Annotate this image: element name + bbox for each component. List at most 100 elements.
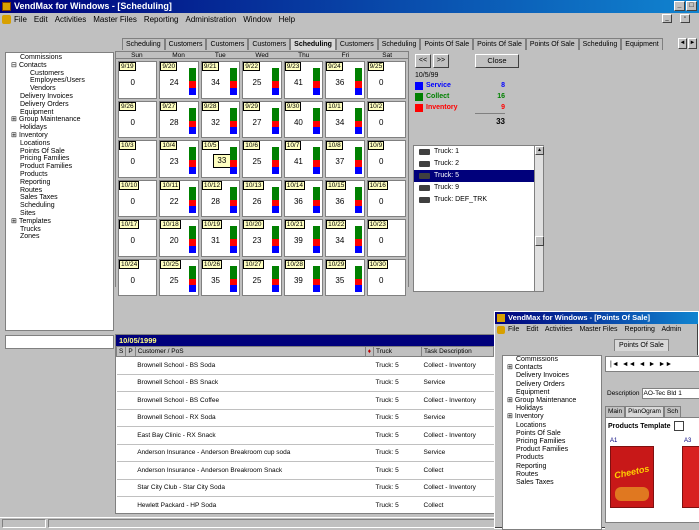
tree-item[interactable]: Employees/Users	[6, 77, 113, 85]
table-row[interactable]: Brownell School - BS Soda Truck: 5 Collect…	[116, 356, 494, 375]
tree-item[interactable]: Delivery Invoices	[6, 93, 113, 101]
tab-customers[interactable]: Customers	[335, 38, 378, 50]
calendar-day-cell[interactable]: 10/17 0	[118, 219, 158, 257]
tree-item[interactable]: Trucks	[6, 226, 113, 234]
tree-item[interactable]: Points Of Sale	[503, 430, 601, 438]
calendar-day-cell[interactable]: 10/10 0	[118, 179, 158, 217]
next-button[interactable]: >>	[433, 54, 449, 68]
menu-master-files[interactable]: Master Files	[93, 15, 137, 24]
table-row[interactable]: Anderson Insurance - Anderson Breakroom …	[116, 444, 494, 462]
table-row[interactable]: Hewlett Packard - HP Soda Truck: 5 Collect	[116, 496, 494, 515]
tree-item[interactable]: Delivery Orders	[503, 381, 601, 389]
tab-customers[interactable]: Customers	[164, 38, 207, 50]
tree-item[interactable]: Products	[6, 171, 113, 179]
tree-item[interactable]: Product Families	[503, 446, 601, 454]
calendar-day-cell[interactable]: 10/7 41	[283, 140, 324, 178]
tree-item[interactable]: Products	[503, 454, 601, 462]
table-row[interactable]: East Bay Clinic - RX Snack Truck: 5 Collec…	[116, 426, 494, 445]
expand-icon[interactable]: ⊞	[11, 116, 19, 124]
pos-menu-master-files[interactable]: Master Files	[579, 326, 617, 333]
tree-item[interactable]: Holidays	[6, 124, 113, 132]
previous-record-icon[interactable]: ◄	[639, 361, 646, 368]
pos-menu-admin[interactable]: Admin	[661, 326, 681, 333]
calendar-day-cell[interactable]: 10/13 26	[242, 179, 282, 217]
calendar-day-cell[interactable]: 10/20 23	[242, 219, 282, 257]
menu-window[interactable]: Window	[243, 15, 271, 24]
subtab-planogram[interactable]: PlanOgram	[625, 406, 664, 417]
tab-customers[interactable]: Customers	[248, 38, 291, 50]
calendar-day-cell[interactable]: 9/26 0	[118, 100, 158, 138]
tree-item[interactable]: ⊞ Templates	[6, 218, 113, 226]
tab-scroll-left-icon[interactable]: ◄	[678, 38, 687, 49]
tree-item[interactable]: ⊞ Inventory	[6, 132, 113, 140]
tree-item[interactable]: Delivery Invoices	[503, 372, 601, 380]
tree-item[interactable]: Points Of Sale	[6, 148, 113, 156]
pos-menu-file[interactable]: File	[508, 326, 519, 333]
tree-item[interactable]: Equipment	[503, 389, 601, 397]
calendar-day-cell[interactable]: 9/20 24	[159, 61, 199, 99]
calendar-day-cell[interactable]: 10/19 31	[200, 219, 241, 257]
tree-item[interactable]: ⊞ Contacts	[503, 364, 601, 372]
tree-item[interactable]: Sales Taxes	[503, 479, 601, 487]
tree-item[interactable]: Sites	[6, 210, 113, 218]
previous-button[interactable]: <<	[415, 54, 431, 68]
document-icon[interactable]	[2, 15, 11, 24]
tab-scheduling[interactable]: Scheduling	[122, 38, 165, 50]
sort-indicator-icon[interactable]: ♦	[364, 346, 375, 357]
close-button[interactable]: Close	[475, 54, 519, 68]
sidebar-input-box[interactable]	[5, 335, 114, 349]
tree-item[interactable]: Product Families	[6, 163, 113, 171]
menu-administration[interactable]: Administration	[186, 15, 237, 24]
menu-edit[interactable]: Edit	[34, 15, 48, 24]
tab-points-of-sale[interactable]: Points Of Sale	[525, 38, 579, 50]
tab-points-of-sale[interactable]: Points Of Sale	[473, 38, 526, 50]
calendar-day-cell[interactable]: 10/15 36	[325, 179, 365, 217]
truck-item[interactable]: Truck: 9	[414, 182, 543, 194]
calendar-day-cell[interactable]: 10/16 0	[366, 179, 406, 217]
table-row[interactable]: Brownell School - BS Coffee Truck: 5 Colle…	[116, 391, 494, 410]
calendar-day-cell[interactable]: 9/30 40	[283, 100, 324, 138]
calendar-day-cell[interactable]: 9/25 0	[366, 61, 406, 99]
truck-list-scrollbar[interactable]: ▲	[534, 146, 544, 291]
tab-scheduling[interactable]: Scheduling	[377, 38, 421, 50]
next-record-icon[interactable]: ►	[649, 361, 656, 368]
tree-item[interactable]: Equipment	[6, 109, 113, 117]
calendar-day-cell[interactable]: 10/6 25	[242, 140, 282, 178]
tree-item[interactable]: Reporting	[6, 179, 113, 187]
tab-customers[interactable]: Customers	[206, 38, 249, 50]
calendar-day-cell[interactable]: 10/28 39	[283, 258, 324, 296]
truck-item[interactable]: Truck: 1	[414, 146, 543, 158]
tab-points-of-sale[interactable]: Points Of Sale	[614, 339, 669, 351]
menu-reporting[interactable]: Reporting	[144, 15, 179, 24]
calendar-day-cell[interactable]: 10/12 28	[200, 179, 241, 217]
tree-item[interactable]: ⊞ Inventory	[503, 413, 601, 421]
calendar-day-cell[interactable]: 10/25 25	[159, 258, 199, 296]
calendar-day-cell[interactable]: 9/21 34	[200, 61, 241, 99]
calendar-day-cell[interactable]: 10/29 35	[325, 258, 365, 296]
previous-page-icon[interactable]: ◄◄	[622, 361, 636, 368]
calendar-day-cell[interactable]: 9/27 28	[159, 100, 199, 138]
expand-icon[interactable]: ⊞	[507, 413, 515, 420]
calendar-day-cell[interactable]: 10/1 34	[325, 100, 365, 138]
subtab-schedule[interactable]: Sch	[663, 406, 682, 417]
calendar-day-cell[interactable]: 10/30 0	[366, 258, 406, 296]
table-row[interactable]: Brownell School - BS Snack Truck: 5 Servic…	[116, 374, 494, 392]
column-customer-pos[interactable]: Customer / PoS	[134, 346, 366, 357]
calendar-day-cell[interactable]: 9/28 32	[200, 100, 241, 138]
calendar-day-cell[interactable]: 9/23 41	[283, 61, 324, 99]
column-task-description[interactable]: Task Description	[421, 346, 494, 357]
tree-item[interactable]: Zones	[6, 233, 113, 241]
tab-points-of-sale[interactable]: Points Of Sale	[420, 38, 474, 50]
menu-activities[interactable]: Activities	[55, 15, 87, 24]
minimize-button[interactable]: _	[674, 1, 685, 11]
maximize-button[interactable]: □	[686, 1, 697, 11]
calendar-day-cell[interactable]: 9/22 25	[242, 61, 282, 99]
tree-item[interactable]: Sales Taxes	[6, 194, 113, 202]
truck-item[interactable]: Truck: 5	[414, 170, 543, 182]
collapse-icon[interactable]: ⊟	[11, 62, 19, 70]
tab-scroll-right-icon[interactable]: ►	[688, 38, 697, 49]
product-image[interactable]	[682, 446, 699, 508]
tree-item[interactable]: Pricing Families	[6, 155, 113, 163]
expand-icon[interactable]: ⊞	[11, 218, 19, 226]
tree-item[interactable]: Commissions	[503, 356, 601, 364]
